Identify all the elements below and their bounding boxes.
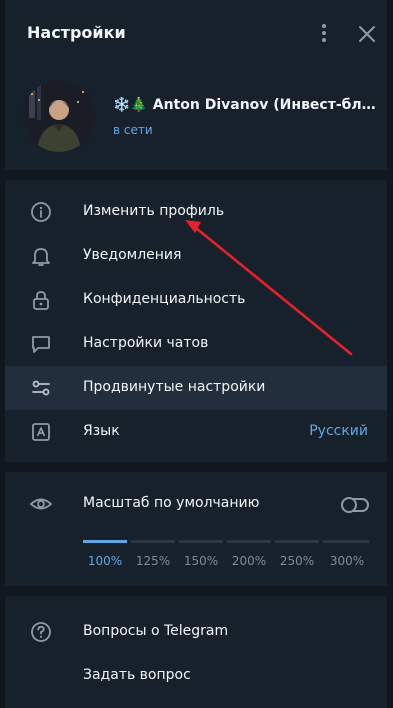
lock-icon (29, 288, 53, 312)
menu-item-notifications[interactable]: Уведомления (5, 234, 387, 278)
scale-segment (83, 540, 127, 543)
section-divider (5, 462, 387, 472)
menu-item-telegram-faq[interactable]: Вопросы о Telegram (5, 610, 387, 654)
profile-section[interactable]: ❄️🎄 Anton Divanov (Инвест-бл… в сети (5, 68, 387, 170)
scale-option-300[interactable]: 300% (325, 554, 369, 568)
menu-item-label: Вопросы о Telegram (83, 623, 229, 639)
scale-option-200[interactable]: 200% (227, 554, 271, 568)
menu-item-language[interactable]: Язык Русский (5, 410, 387, 454)
menu-item-ask-question[interactable]: Задать вопрос (5, 654, 387, 698)
scale-track (83, 540, 369, 543)
default-scale-row[interactable]: Масштаб по умолчанию (5, 482, 387, 526)
default-scale-label: Масштаб по умолчанию (83, 495, 260, 511)
scale-segment (131, 540, 175, 543)
question-icon (29, 620, 53, 644)
bell-icon (29, 244, 53, 268)
online-status: в сети (113, 123, 153, 137)
menu-item-privacy[interactable]: Конфиденциальность (5, 278, 387, 322)
page-title: Настройки (27, 23, 126, 42)
menu-item-label: Продвинутые настройки (83, 379, 266, 395)
language-value: Русский (309, 423, 368, 439)
menu-item-label: Изменить профиль (83, 203, 225, 219)
menu-item-label: Уведомления (83, 247, 182, 263)
section-divider (5, 586, 387, 596)
settings-header: Настройки (5, 0, 387, 68)
section-divider (5, 170, 387, 180)
menu-item-label: Язык (83, 423, 120, 439)
scale-option-150[interactable]: 150% (179, 554, 223, 568)
scale-option-250[interactable]: 250% (275, 554, 319, 568)
scale-option-125[interactable]: 125% (131, 554, 175, 568)
menu-item-label: Задать вопрос (83, 667, 191, 683)
settings-panel: Настройки ❄️🎄 Anton Divanov (Инвест-бл… (5, 0, 387, 708)
eye-icon (29, 492, 53, 516)
profile-name-text: Anton Divanov (Инвест-бл… (152, 97, 376, 113)
menu-item-chat-settings[interactable]: Настройки чатов (5, 322, 387, 366)
scale-option-100[interactable]: 100% (83, 554, 127, 568)
profile-emoji: ❄️🎄 (113, 97, 148, 113)
default-scale-toggle[interactable] (341, 497, 369, 513)
scale-segment (275, 540, 319, 543)
menu-item-label: Настройки чатов (83, 335, 209, 351)
toggle-knob (341, 497, 357, 513)
more-options-icon[interactable] (319, 24, 329, 44)
avatar[interactable] (23, 80, 95, 152)
sliders-icon (29, 376, 53, 400)
scale-segment (227, 540, 271, 543)
menu-item-label: Конфиденциальность (83, 291, 246, 307)
menu-item-advanced-settings[interactable]: Продвинутые настройки (5, 366, 387, 410)
scale-segment (179, 540, 223, 543)
menu-item-edit-profile[interactable]: Изменить профиль (5, 190, 387, 234)
close-icon[interactable] (357, 24, 377, 44)
chat-bubble-icon (29, 332, 53, 356)
scale-segment (323, 540, 369, 543)
info-icon (29, 200, 53, 224)
language-icon (29, 420, 53, 444)
scale-slider[interactable]: 100% 125% 150% 200% 250% 300% (83, 540, 369, 572)
profile-name: ❄️🎄 Anton Divanov (Инвест-бл… (113, 97, 385, 113)
